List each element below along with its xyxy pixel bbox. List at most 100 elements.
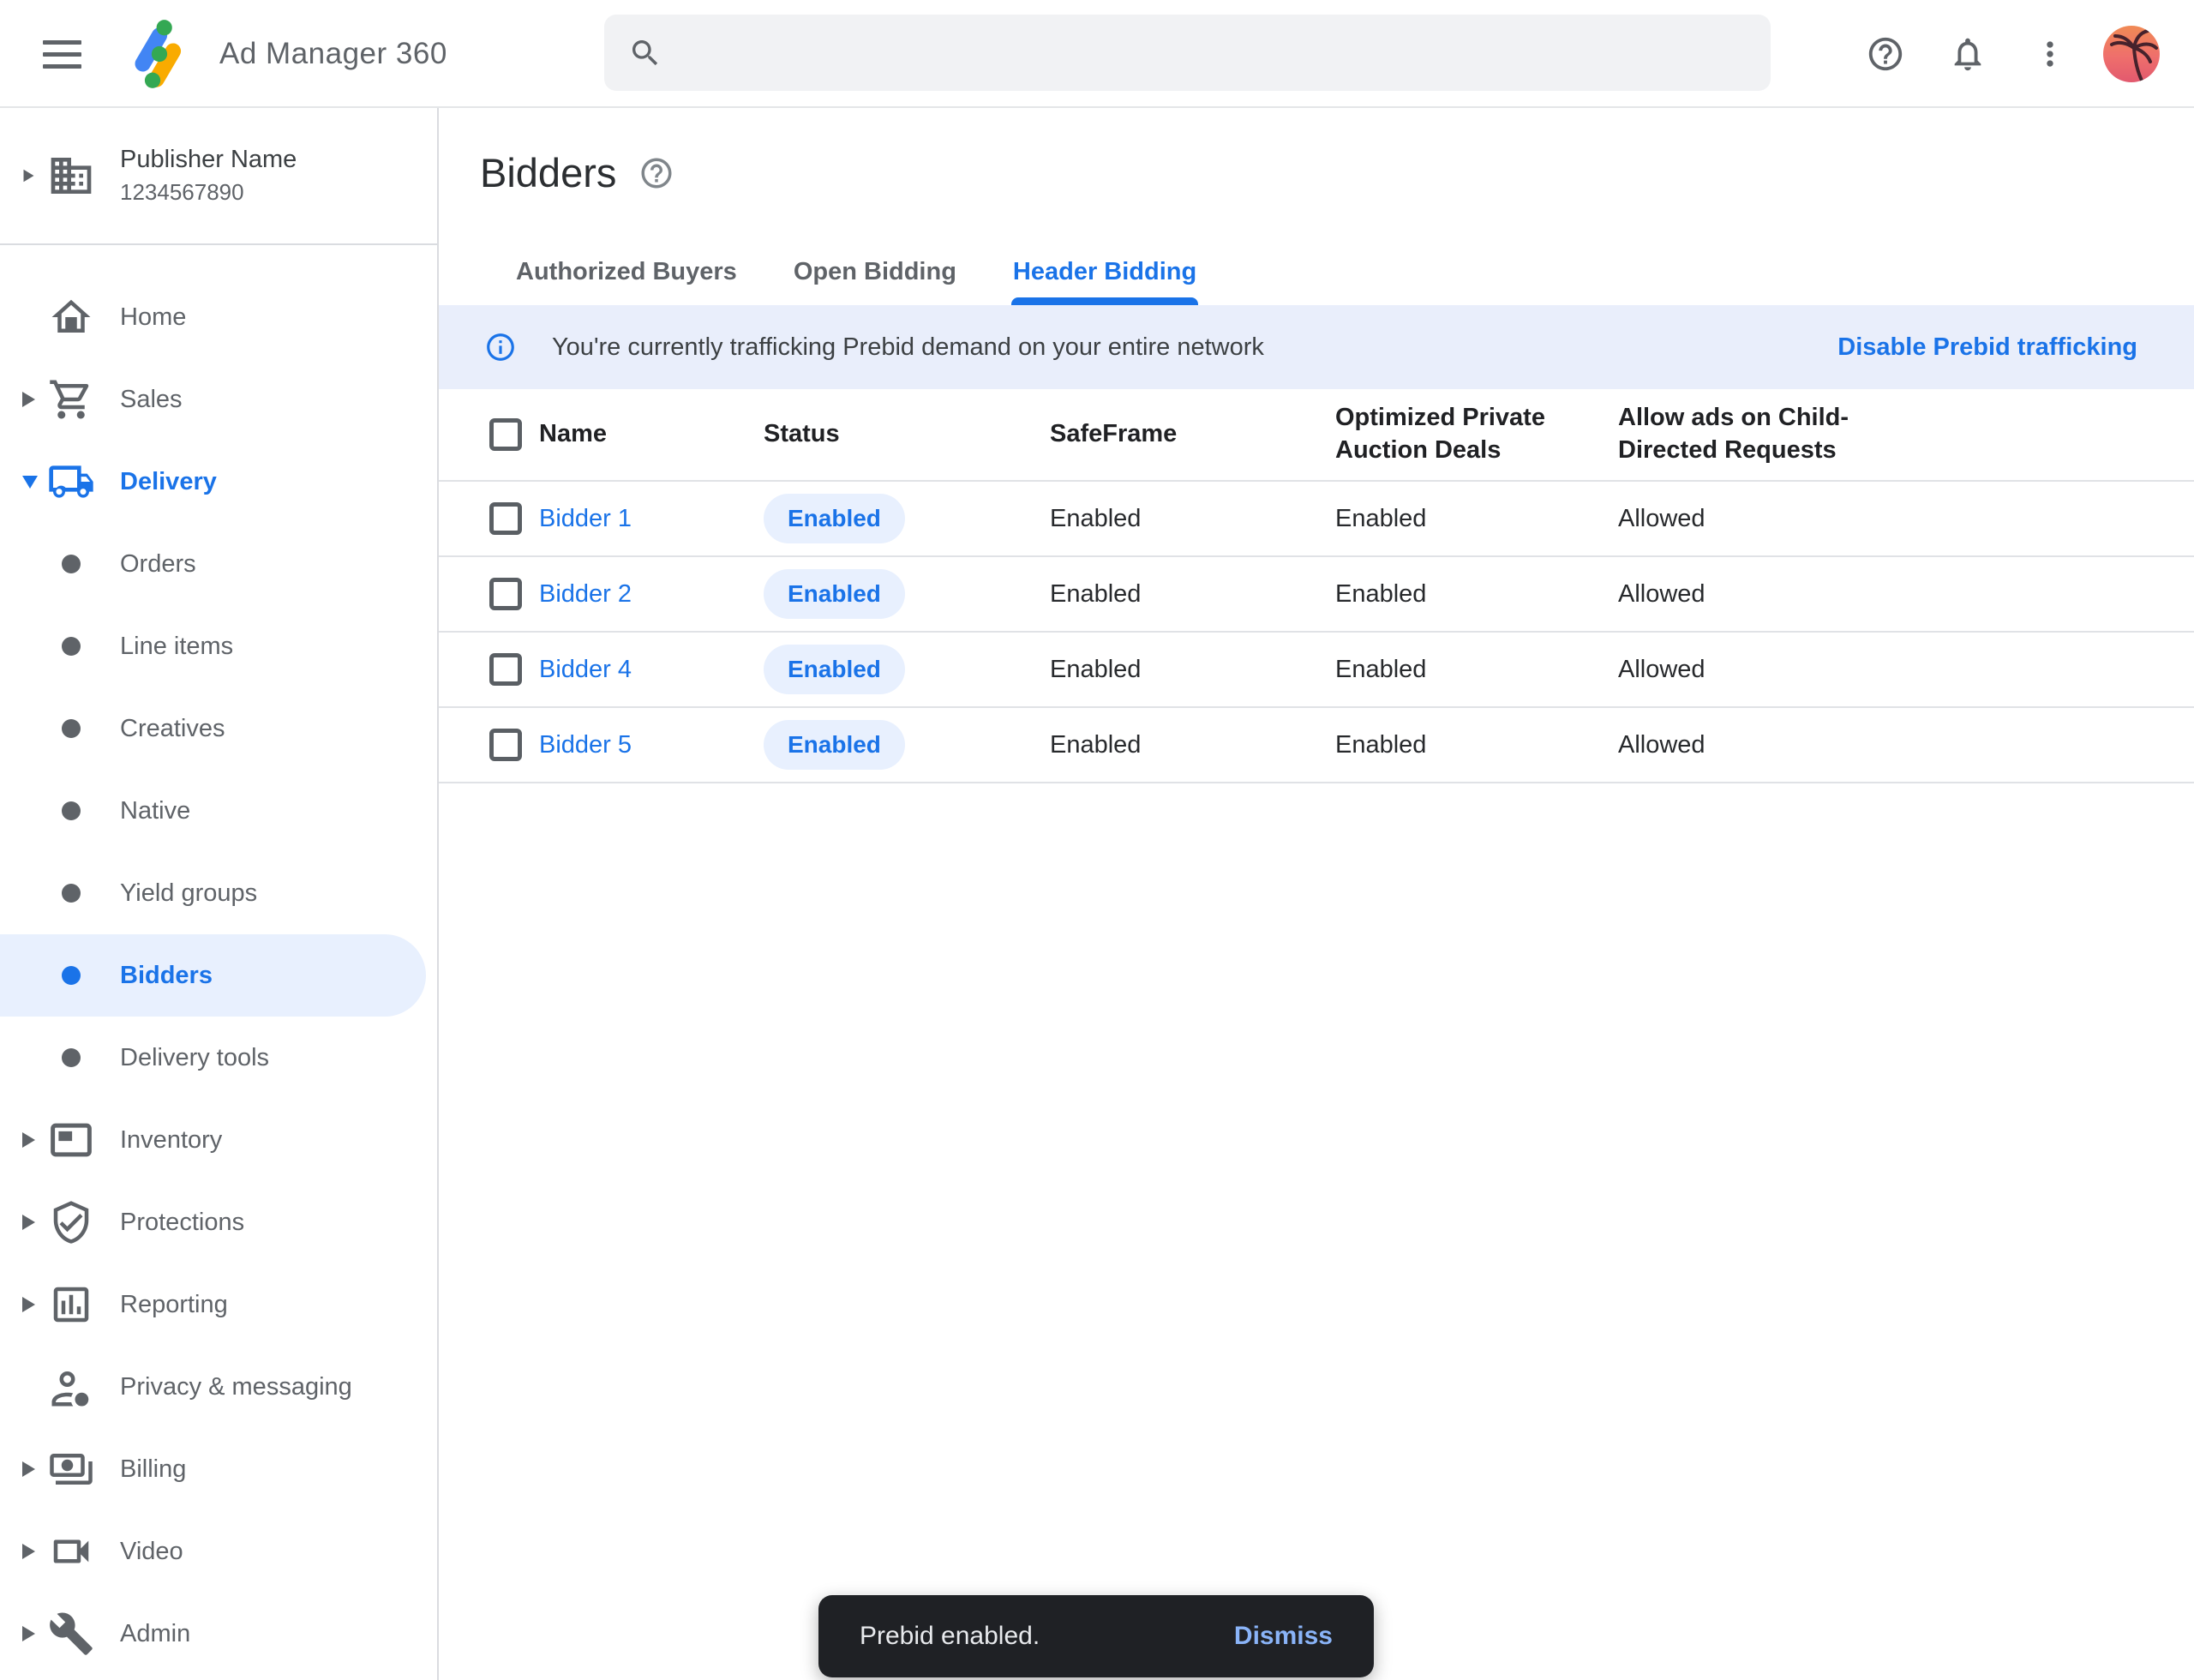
status-badge: Enabled [764,720,905,770]
sidebar-item-billing[interactable]: Billing [0,1428,426,1510]
bidder-link[interactable]: Bidder 1 [539,505,764,533]
col-header-opad: Optimized Private Auction Deals [1335,402,1567,466]
safeframe-value: Enabled [1050,505,1335,533]
sidebar-item-orders[interactable]: Orders [0,523,426,605]
bar-chart-icon [48,1281,94,1328]
building-icon [47,152,95,200]
row-checkbox[interactable] [489,502,522,535]
bullet-icon [62,884,81,903]
sidebar-item-delivery-tools[interactable]: Delivery tools [0,1017,426,1099]
sidebar-item-yield-groups[interactable]: Yield groups [0,852,426,934]
safeframe-value: Enabled [1050,580,1335,609]
help-button[interactable] [1858,27,1913,81]
child-directed-value: Allowed [1618,505,2194,533]
bidder-link[interactable]: Bidder 4 [539,656,764,684]
truck-icon [47,458,95,506]
app-bar: Ad Manager 360 [0,0,2194,108]
sidebar-item-inventory[interactable]: Inventory [0,1099,426,1181]
toast: Prebid enabled. Dismiss [818,1595,1374,1677]
col-header-child-directed: Allow ads on Child-Directed Requests [1618,402,1849,466]
search-input[interactable] [685,39,1771,68]
sidebar-item-native[interactable]: Native [0,770,426,852]
expand-icon [22,1461,35,1477]
opad-value: Enabled [1335,505,1618,533]
status-badge: Enabled [764,494,905,543]
table-row: Bidder 1 Enabled Enabled Enabled Allowed [439,482,2194,557]
shield-check-icon [48,1199,94,1245]
main-content: Bidders Authorized Buyers Open Bidding H… [439,108,2194,1680]
opad-value: Enabled [1335,731,1618,759]
search-bar[interactable] [604,15,1771,91]
sidebar-item-delivery[interactable]: Delivery [0,441,426,523]
sidebar-item-protections[interactable]: Protections [0,1181,426,1263]
sidebar-item-admin[interactable]: Admin [0,1593,426,1675]
app-title: Ad Manager 360 [219,0,447,108]
expand-icon [22,392,35,407]
payments-icon [48,1446,94,1492]
kebab-menu-icon [2031,35,2069,73]
wrench-icon [48,1611,94,1657]
bullet-icon [62,637,81,656]
notifications-button[interactable] [1940,27,1995,81]
ad-manager-logo-icon[interactable] [129,19,190,89]
bullet-icon [62,966,81,985]
prebid-banner: You're currently trafficking Prebid dema… [439,305,2194,389]
publisher-switcher[interactable]: Publisher Name 1234567890 [0,108,437,245]
search-icon [628,36,662,70]
child-directed-value: Allowed [1618,656,2194,684]
table-row: Bidder 5 Enabled Enabled Enabled Allowed [439,708,2194,783]
sidebar-item-line-items[interactable]: Line items [0,605,426,687]
row-checkbox[interactable] [489,729,522,761]
sidebar-item-reporting[interactable]: Reporting [0,1263,426,1346]
col-header-name: Name [539,418,764,451]
sidebar-item-video[interactable]: Video [0,1510,426,1593]
bullet-icon [62,719,81,738]
sidebar-item-bidders[interactable]: Bidders [0,934,426,1017]
table-header-row: Name Status SafeFrame Optimized Private … [439,389,2194,482]
opad-value: Enabled [1335,580,1618,609]
info-icon [484,331,517,363]
bullet-icon [62,801,81,820]
bidders-table: Name Status SafeFrame Optimized Private … [439,389,2194,783]
tab-bar: Authorized Buyers Open Bidding Header Bi… [439,108,2194,305]
sidebar-item-privacy-messaging[interactable]: Privacy & messaging [0,1346,426,1428]
palm-tree-icon [2103,26,2160,82]
disable-prebid-trafficking-link[interactable]: Disable Prebid trafficking [1837,333,2137,362]
bullet-icon [62,1048,81,1067]
publisher-id: 1234567890 [120,179,297,206]
child-directed-value: Allowed [1618,731,2194,759]
row-checkbox[interactable] [489,578,522,610]
expand-icon [22,1297,35,1312]
publisher-name: Publisher Name [120,146,297,174]
help-icon [1866,34,1905,74]
toast-dismiss-button[interactable]: Dismiss [1234,1622,1333,1651]
account-avatar[interactable] [2103,26,2160,82]
toast-message: Prebid enabled. [860,1622,1040,1651]
bidder-link[interactable]: Bidder 2 [539,580,764,609]
sidebar-item-creatives[interactable]: Creatives [0,687,426,770]
person-badge-icon [48,1364,94,1410]
more-options-button[interactable] [2023,27,2077,81]
tab-header-bidding[interactable]: Header Bidding [1013,258,1196,305]
inventory-icon [48,1117,94,1163]
safeframe-value: Enabled [1050,656,1335,684]
expand-icon [22,1132,35,1148]
cart-icon [48,376,94,423]
sidebar-item-sales[interactable]: Sales [0,358,426,441]
tab-authorized-buyers[interactable]: Authorized Buyers [516,258,737,305]
child-directed-value: Allowed [1618,580,2194,609]
tab-open-bidding[interactable]: Open Bidding [794,258,956,305]
video-camera-icon [48,1528,94,1575]
sidebar-item-home[interactable]: Home [0,276,426,358]
bell-icon [1948,34,1987,74]
collapse-icon [22,476,38,489]
bidder-link[interactable]: Bidder 5 [539,731,764,759]
status-badge: Enabled [764,569,905,619]
banner-message: You're currently trafficking Prebid dema… [552,333,1837,362]
select-all-checkbox[interactable] [489,418,522,451]
menu-icon[interactable] [41,34,96,74]
row-checkbox[interactable] [489,653,522,686]
sidebar: Publisher Name 1234567890 Home Sales Del… [0,108,439,1680]
table-row: Bidder 4 Enabled Enabled Enabled Allowed [439,633,2194,708]
status-badge: Enabled [764,645,905,694]
